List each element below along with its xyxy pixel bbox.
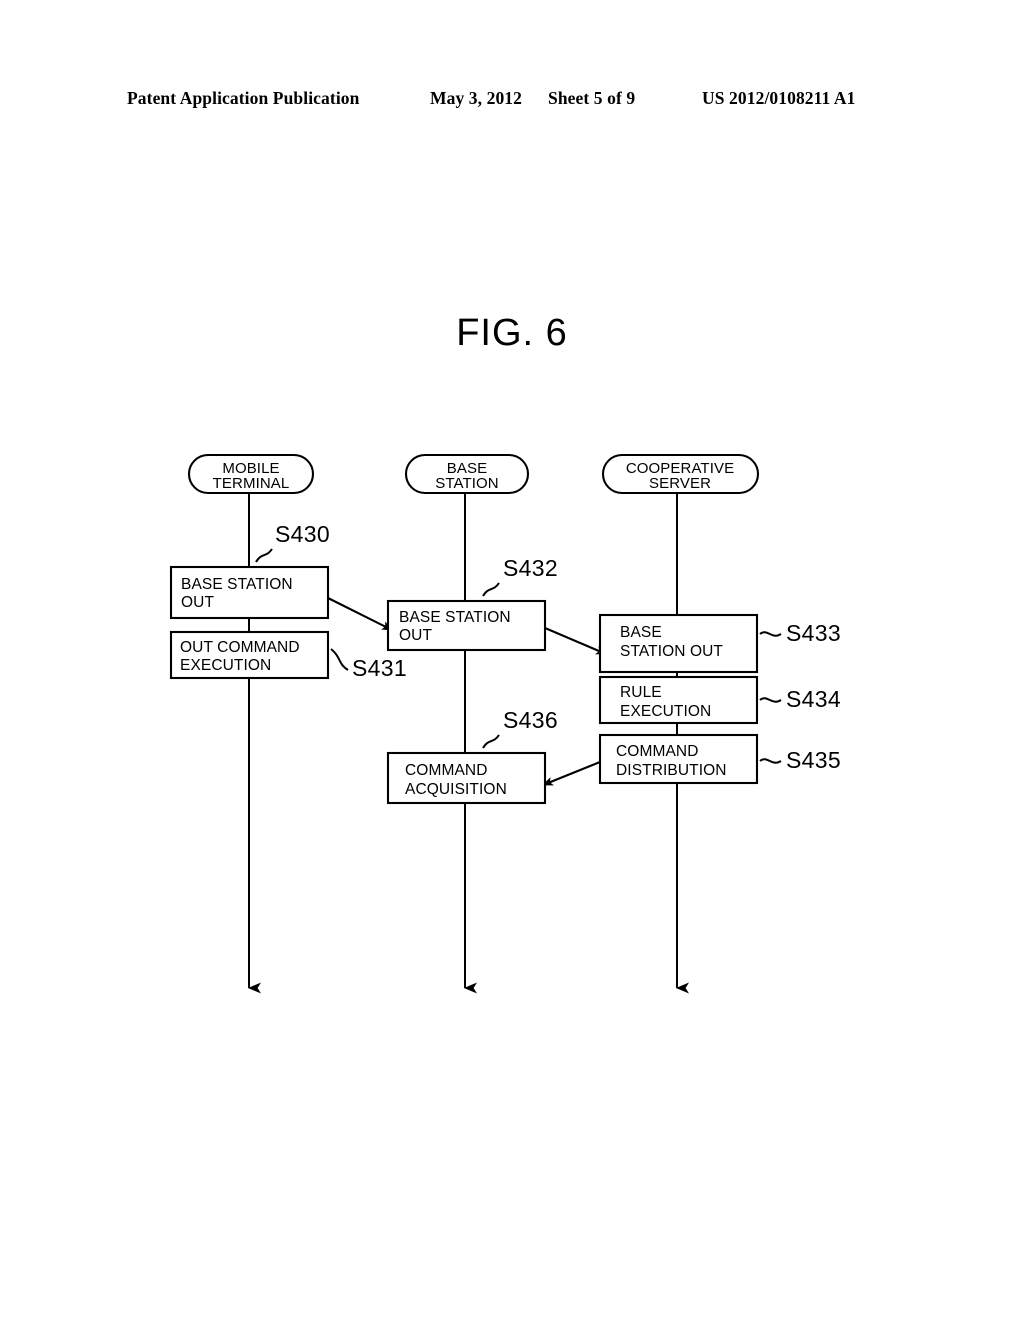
- step-ref-label: S435: [786, 747, 841, 773]
- step-ref-label: S431: [352, 655, 407, 681]
- actor-label-line2: STATION: [435, 475, 498, 492]
- process-box-label-line2: EXECUTION: [620, 703, 711, 720]
- step-ref-s434: S434: [759, 686, 841, 712]
- process-box-label-line1: BASE STATION: [181, 576, 293, 593]
- process-box-s435[interactable]: COMMAND DISTRIBUTION: [598, 733, 759, 785]
- step-ref-label: S433: [786, 620, 841, 646]
- process-box-s432[interactable]: BASE STATION OUT: [386, 599, 547, 652]
- process-box-label-line1: BASE: [620, 624, 662, 641]
- process-box-label-line2: DISTRIBUTION: [616, 762, 727, 779]
- process-box-label-line2: OUT: [399, 627, 432, 644]
- process-box-label-line2: OUT: [181, 594, 214, 611]
- process-box-label-line2: EXECUTION: [180, 657, 271, 674]
- process-box-label-line1: COMMAND: [616, 743, 699, 760]
- step-ref-label: S432: [503, 555, 558, 581]
- step-ref-leader: [482, 582, 500, 597]
- step-ref-s436: S436: [482, 707, 558, 749]
- process-box-s431[interactable]: OUT COMMAND EXECUTION: [169, 630, 330, 680]
- process-box-label-line1: BASE STATION: [399, 609, 511, 626]
- actor-base-station[interactable]: BASE STATION: [404, 453, 530, 495]
- process-box-label-line1: RULE: [620, 684, 662, 701]
- step-ref-leader: [255, 548, 273, 563]
- step-ref-label: S430: [275, 521, 330, 547]
- sequence-diagram: MOBILE TERMINAL BASE STATION COOPERATIVE…: [0, 0, 1024, 1320]
- step-ref-s432: S432: [482, 555, 558, 597]
- process-box-s433[interactable]: BASE STATION OUT: [598, 613, 759, 674]
- step-ref-leader: [482, 734, 500, 749]
- step-ref-s435: S435: [759, 747, 841, 773]
- message-arrow-s430-to-s432: [327, 597, 393, 631]
- process-box-s434[interactable]: RULE EXECUTION: [598, 675, 759, 725]
- actor-mobile-terminal[interactable]: MOBILE TERMINAL: [187, 453, 315, 495]
- step-ref-s430: S430: [255, 521, 330, 563]
- step-ref-leader: [759, 758, 782, 764]
- actor-label-line2: TERMINAL: [213, 475, 290, 492]
- process-box-label-line1: COMMAND: [405, 762, 488, 779]
- process-box-s430[interactable]: BASE STATION OUT: [169, 565, 330, 620]
- message-arrow-s432-to-s433: [544, 627, 607, 655]
- process-box-s436[interactable]: COMMAND ACQUISITION: [386, 751, 547, 805]
- step-ref-label: S436: [503, 707, 558, 733]
- process-box-label-line2: ACQUISITION: [405, 781, 507, 798]
- step-ref-s433: S433: [759, 620, 841, 646]
- step-ref-label: S434: [786, 686, 841, 712]
- step-ref-leader: [759, 697, 782, 703]
- process-box-label-line1: OUT COMMAND: [180, 639, 300, 656]
- step-ref-leader: [759, 631, 782, 637]
- message-arrow-s435-to-s436: [542, 761, 601, 786]
- process-box-label-line2: STATION OUT: [620, 643, 723, 660]
- step-ref-leader: [330, 648, 349, 671]
- actor-label-line2: SERVER: [649, 475, 711, 492]
- actor-cooperative-server[interactable]: COOPERATIVE SERVER: [601, 453, 760, 495]
- step-ref-s431: S431: [330, 648, 407, 681]
